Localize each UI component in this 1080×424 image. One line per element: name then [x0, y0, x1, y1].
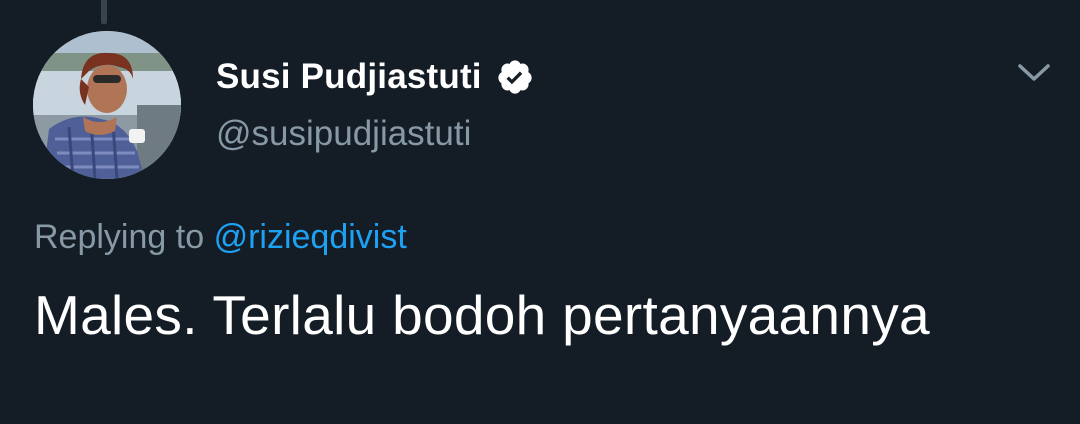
avatar-photo: [33, 31, 181, 179]
reply-target-link[interactable]: @rizieqdivist: [214, 218, 407, 256]
avatar[interactable]: [33, 31, 181, 179]
chevron-down-icon[interactable]: [1014, 58, 1054, 88]
tweet-text: Males. Terlalu bodoh pertanyaannya: [34, 284, 930, 346]
author-handle[interactable]: @susipudjiastuti: [216, 114, 471, 154]
reply-context: Replying to @rizieqdivist: [34, 218, 407, 257]
author-display-name[interactable]: Susi Pudjiastuti: [216, 57, 482, 97]
author-name-row: Susi Pudjiastuti: [216, 54, 534, 100]
thread-connector-line: [101, 0, 107, 24]
verified-badge-icon: [496, 58, 534, 96]
reply-prefix-label: Replying to: [34, 218, 205, 256]
